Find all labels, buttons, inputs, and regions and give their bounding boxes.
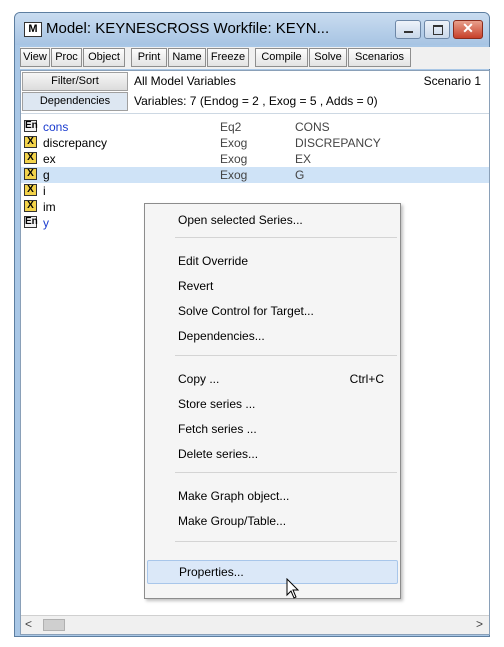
variable-expression: CONS: [295, 120, 330, 134]
view-title: All Model Variables: [134, 74, 236, 88]
solve-button[interactable]: Solve: [309, 48, 347, 67]
variable-expression: DISCREPANCY: [295, 136, 381, 150]
horizontal-scrollbar[interactable]: < >: [21, 615, 489, 634]
close-button[interactable]: ✕: [453, 20, 483, 39]
toolbar: View Proc Object Print Name Freeze Compi…: [20, 47, 490, 69]
variable-name: i: [43, 184, 46, 198]
scroll-thumb[interactable]: [43, 619, 65, 631]
variable-type: Exog: [220, 168, 248, 182]
proc-button[interactable]: Proc: [51, 48, 82, 67]
variable-row-ex[interactable]: X ex Exog EX: [21, 151, 489, 167]
menu-solve-control[interactable]: Solve Control for Target...: [147, 299, 398, 323]
menu-make-graph[interactable]: Make Graph object...: [147, 484, 398, 508]
menu-edit-override[interactable]: Edit Override: [147, 249, 398, 273]
menu-store-series[interactable]: Store series ...: [147, 392, 398, 416]
window-title: Model: KEYNESCROSS Workfile: KEYN...: [46, 20, 330, 37]
variable-type: Exog: [220, 152, 248, 166]
scenario-label: Scenario 1: [423, 74, 481, 88]
menu-copy-shortcut: Ctrl+C: [349, 372, 384, 386]
exogenous-icon: X: [24, 136, 37, 148]
context-menu: Open selected Series... Edit Override Re…: [144, 203, 401, 599]
header-divider: [21, 113, 489, 114]
variable-type: Exog: [220, 136, 248, 150]
dependencies-button[interactable]: Dependencies: [22, 92, 128, 111]
menu-separator: [175, 355, 397, 356]
menu-copy[interactable]: Copy ... Ctrl+C: [147, 367, 398, 391]
variable-expression: EX: [295, 152, 312, 166]
model-icon: M: [24, 22, 42, 37]
variable-row-discrepancy[interactable]: X discrepancy Exog DISCREPANCY: [21, 135, 489, 151]
exogenous-icon: X: [24, 168, 37, 180]
variable-row-cons[interactable]: En cons Eq2 CONS: [21, 119, 489, 135]
filter-sort-button[interactable]: Filter/Sort: [22, 72, 128, 91]
print-button[interactable]: Print: [131, 48, 167, 67]
variable-name: im: [43, 200, 56, 214]
menu-make-group-table[interactable]: Make Group/Table...: [147, 509, 398, 533]
variable-name: g: [43, 168, 50, 182]
variables-summary: Variables: 7 (Endog = 2 , Exog = 5 , Add…: [134, 94, 378, 108]
object-button[interactable]: Object: [83, 48, 125, 67]
exogenous-icon: X: [24, 152, 37, 164]
menu-separator: [175, 237, 397, 238]
view-button[interactable]: View: [20, 48, 50, 67]
menu-delete-series[interactable]: Delete series...: [147, 442, 398, 466]
variable-name: cons: [43, 120, 69, 134]
variable-type: Eq2: [220, 120, 242, 134]
menu-open-selected-series[interactable]: Open selected Series...: [147, 208, 398, 232]
scenarios-button[interactable]: Scenarios: [348, 48, 411, 67]
menu-copy-label: Copy ...: [178, 372, 220, 386]
menu-revert[interactable]: Revert: [147, 274, 398, 298]
menu-dependencies[interactable]: Dependencies...: [147, 324, 398, 348]
menu-fetch-series[interactable]: Fetch series ...: [147, 417, 398, 441]
endogenous-icon: En: [24, 216, 38, 228]
variable-expression: G: [295, 168, 305, 182]
exogenous-icon: X: [24, 200, 37, 212]
close-icon: ✕: [462, 20, 474, 36]
name-button[interactable]: Name: [168, 48, 206, 67]
variable-name: discrepancy: [43, 136, 108, 150]
exogenous-icon: X: [24, 184, 37, 196]
minimize-button[interactable]: [395, 20, 421, 39]
variable-name: y: [43, 216, 49, 230]
scroll-right-icon[interactable]: >: [476, 617, 483, 631]
scroll-left-icon[interactable]: <: [25, 617, 32, 631]
variable-name: ex: [43, 152, 56, 166]
endogenous-icon: En: [24, 120, 38, 132]
menu-properties[interactable]: Properties...: [147, 560, 398, 584]
title-bar[interactable]: M Model: KEYNESCROSS Workfile: KEYN... ✕: [15, 13, 489, 45]
maximize-button[interactable]: [424, 20, 450, 39]
compile-button[interactable]: Compile: [255, 48, 308, 67]
variable-row-i[interactable]: X i: [21, 183, 489, 199]
variable-row-g[interactable]: X g Exog G: [21, 167, 489, 183]
menu-separator: [175, 472, 397, 473]
menu-separator: [175, 541, 397, 542]
freeze-button[interactable]: Freeze: [207, 48, 249, 67]
mouse-pointer-icon: [286, 578, 300, 599]
